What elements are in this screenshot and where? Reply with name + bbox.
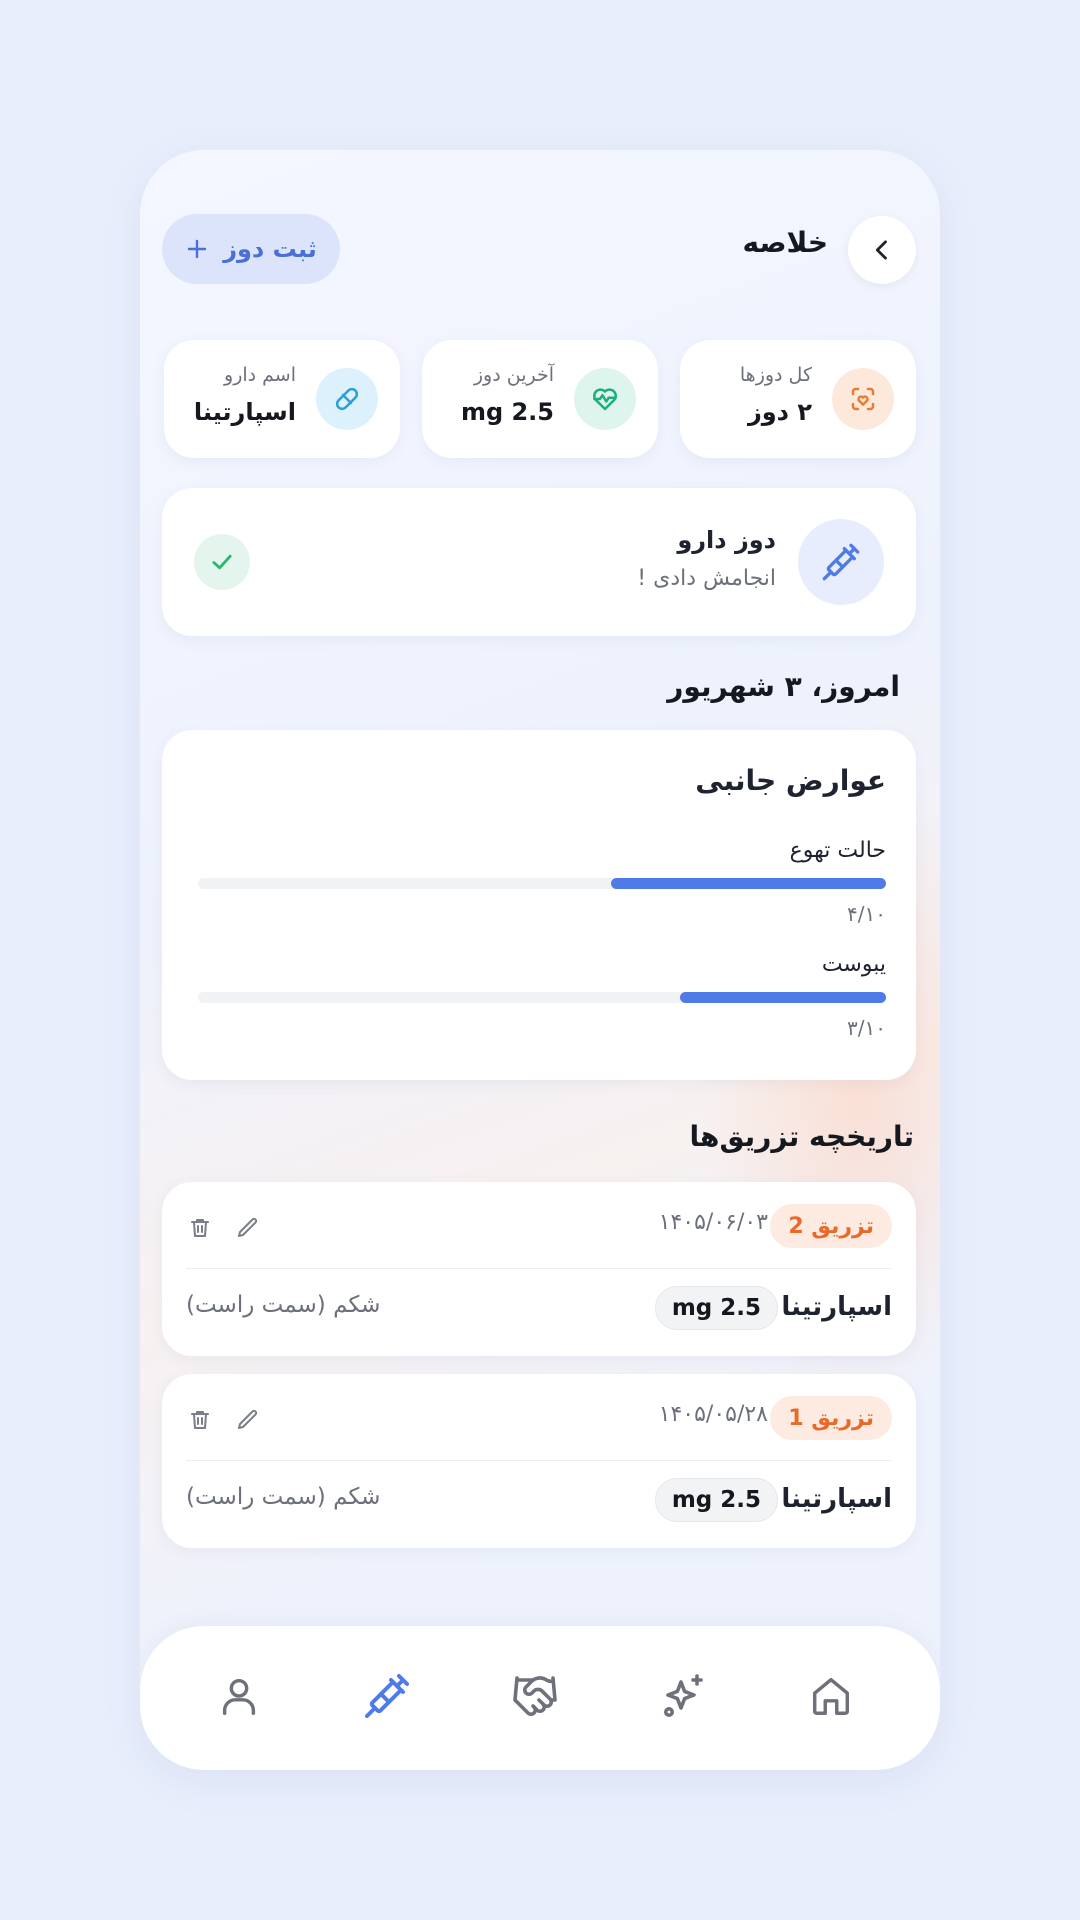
- stat-value: mg 2.5: [460, 398, 554, 426]
- stat-card-total-doses: کل دوزها ۲ دوز: [680, 340, 916, 458]
- history-title: تاریخچه تزریق‌ها: [689, 1120, 914, 1153]
- user-icon: [222, 1678, 256, 1715]
- pencil-icon: [238, 1217, 258, 1237]
- divider: [186, 1460, 892, 1461]
- nav-item-injections[interactable]: [355, 1664, 419, 1728]
- injection-date: ۱۴۰۵/۰۶/۰۳: [658, 1210, 768, 1235]
- date-title: امروز، ۳ شهریور: [667, 670, 900, 703]
- dose-subtitle: انجامش دادی !: [637, 566, 776, 591]
- nav-item-profile[interactable]: [207, 1664, 271, 1728]
- injection-site: شکم (سمت راست): [186, 1292, 381, 1318]
- stat-value: ۲ دوز: [747, 398, 812, 426]
- side-effect-bar: [198, 992, 886, 1003]
- delete-button[interactable]: [186, 1406, 214, 1434]
- edit-button[interactable]: [234, 1406, 262, 1434]
- injection-site: شکم (سمت راست): [186, 1484, 381, 1510]
- side-effect-score: ۳/۱۰: [847, 1016, 886, 1040]
- dose-title: دوز دارو: [677, 526, 776, 554]
- edit-button[interactable]: [234, 1214, 262, 1242]
- app-screen: خلاصه ثبت دوز کل دوزها ۲ دوز آخرین دوز m…: [140, 150, 940, 1770]
- pill-icon: [316, 368, 378, 430]
- history-entry[interactable]: تزریق 1 ۱۴۰۵/۰۵/۲۸ اسپارتینا mg 2.5 شکم …: [162, 1374, 916, 1548]
- delete-button[interactable]: [186, 1214, 214, 1242]
- divider: [186, 1268, 892, 1269]
- stat-card-last-dose: آخرین دوز mg 2.5: [422, 340, 658, 458]
- syringe-icon: [365, 1674, 409, 1718]
- side-effects-card: عوارض جانبی حالت تهوع ۴/۱۰ یبوست ۳/۱۰: [162, 730, 916, 1080]
- side-effect-label: حالت تهوع: [789, 838, 886, 863]
- chevron-left-icon: [875, 240, 887, 260]
- nav-item-support[interactable]: [503, 1664, 567, 1728]
- side-effects-title: عوارض جانبی: [695, 764, 886, 797]
- history-entry[interactable]: تزریق 2 ۱۴۰۵/۰۶/۰۳ اسپارتینا mg 2.5 شکم …: [162, 1182, 916, 1356]
- injection-badge: تزریق 2: [770, 1204, 892, 1248]
- injection-badge: تزریق 1: [770, 1396, 892, 1440]
- stat-label: اسم دارو: [224, 364, 296, 386]
- side-effect-bar-fill: [679, 992, 886, 1003]
- side-effect-score: ۴/۱۰: [847, 902, 886, 926]
- nav-item-home[interactable]: [799, 1664, 863, 1728]
- side-effect-bar-fill: [610, 878, 886, 889]
- add-dose-label: ثبت دوز: [223, 235, 317, 263]
- page-title: خلاصه: [742, 226, 828, 259]
- back-button[interactable]: [848, 216, 916, 284]
- sparkles-icon: [664, 1674, 703, 1717]
- bottom-nav: [140, 1626, 940, 1770]
- dose-status-card[interactable]: دوز دارو انجامش دادی !: [162, 488, 916, 636]
- side-effect-bar: [198, 878, 886, 889]
- stat-label: کل دوزها: [739, 364, 812, 386]
- pencil-icon: [238, 1409, 258, 1429]
- plus-icon: [187, 239, 207, 259]
- home-icon: [812, 1677, 850, 1715]
- nav-item-ai[interactable]: [651, 1664, 715, 1728]
- stat-card-drug-name: اسم دارو اسپارتینا: [164, 340, 400, 458]
- stat-value: اسپارتینا: [193, 398, 296, 426]
- injection-dose: mg 2.5: [654, 1478, 778, 1522]
- injection-dose: mg 2.5: [654, 1286, 778, 1330]
- heart-scan-icon: [832, 368, 894, 430]
- handshake-icon: [513, 1676, 557, 1717]
- injection-drug: اسپارتینا: [781, 1484, 892, 1514]
- side-effect-label: یبوست: [821, 952, 886, 977]
- check-icon: [194, 534, 250, 590]
- injection-date: ۱۴۰۵/۰۵/۲۸: [658, 1402, 768, 1427]
- add-dose-button[interactable]: ثبت دوز: [162, 214, 340, 284]
- stat-label: آخرین دوز: [473, 364, 554, 386]
- trash-icon: [191, 1219, 209, 1237]
- heart-pulse-icon: [574, 368, 636, 430]
- syringe-icon: [798, 519, 884, 605]
- trash-icon: [191, 1411, 209, 1429]
- injection-drug: اسپارتینا: [781, 1292, 892, 1322]
